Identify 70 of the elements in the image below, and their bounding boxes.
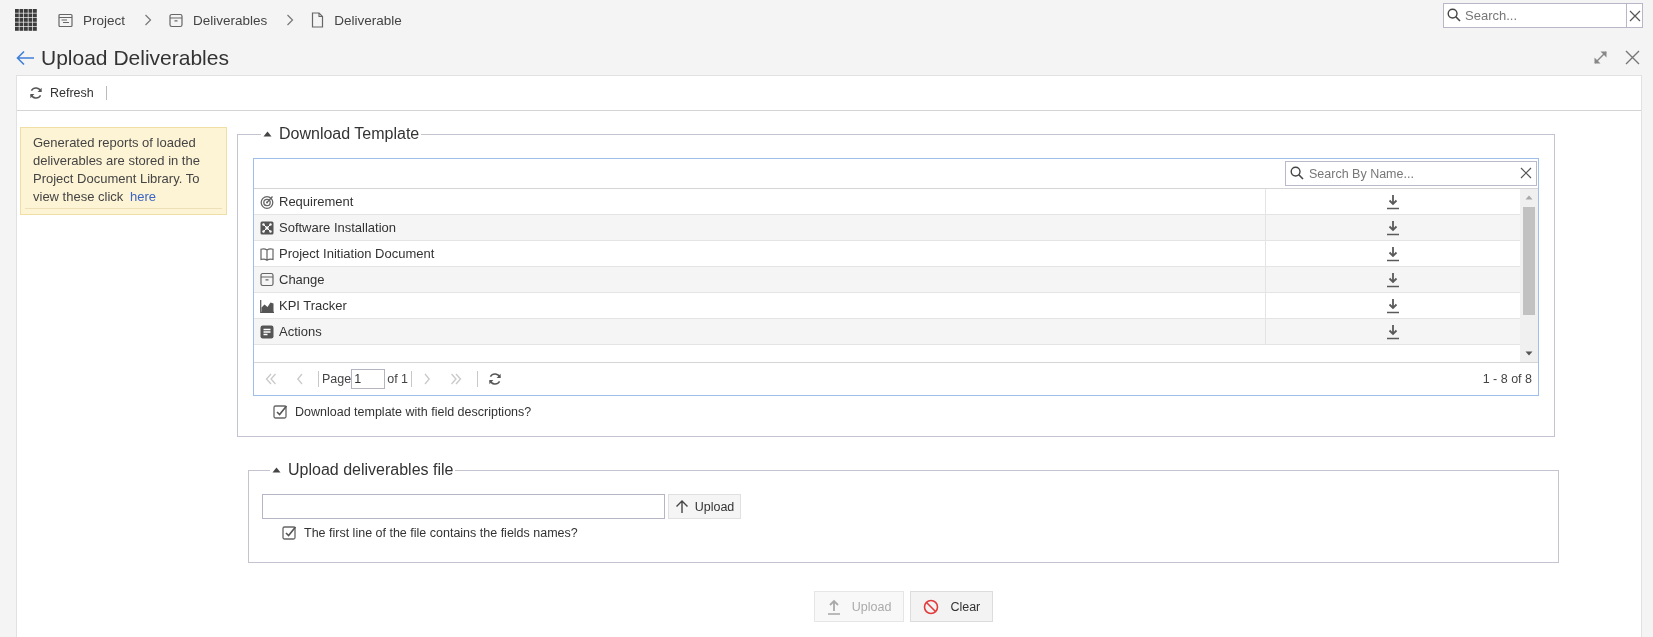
upload-button[interactable]: Upload bbox=[668, 494, 741, 519]
download-button[interactable] bbox=[1386, 245, 1400, 262]
page-input[interactable]: 1 bbox=[351, 369, 386, 389]
breadcrumb-link[interactable]: Deliverables bbox=[169, 12, 268, 28]
clear-search-button[interactable] bbox=[1520, 167, 1532, 179]
search-icon bbox=[1447, 8, 1461, 22]
up-arrow-icon bbox=[674, 499, 689, 514]
template-name-cell[interactable]: KPI Tracker bbox=[254, 293, 1266, 318]
page-count: of 1 bbox=[387, 372, 409, 386]
clear-button[interactable]: Clear bbox=[910, 591, 994, 622]
scroll-down-icon[interactable] bbox=[1525, 351, 1533, 356]
download-icon bbox=[1386, 297, 1400, 314]
expand-icon[interactable] bbox=[1593, 50, 1608, 65]
page-title: Upload Deliverables bbox=[41, 45, 229, 70]
form-icon bbox=[58, 12, 73, 28]
checkbox-label: The first line of the file contains the fields names? bbox=[304, 525, 578, 540]
network-icon bbox=[260, 220, 274, 235]
close-icon[interactable] bbox=[1625, 50, 1640, 65]
record-count: 1 - 8 of 8 bbox=[1482, 372, 1533, 386]
checkbox[interactable] bbox=[282, 525, 297, 540]
download-button[interactable] bbox=[1386, 323, 1400, 340]
download-icon bbox=[1386, 245, 1400, 262]
scrollbar-thumb[interactable] bbox=[1523, 207, 1535, 315]
checkbox-label: Download template with field descriptions? bbox=[295, 404, 532, 419]
download-icon bbox=[1386, 271, 1400, 288]
download-button[interactable] bbox=[1386, 271, 1400, 288]
double-chevron-left-icon bbox=[265, 373, 277, 385]
search-icon bbox=[1290, 166, 1304, 180]
checkbox[interactable] bbox=[273, 404, 288, 419]
download-icon bbox=[1386, 323, 1400, 340]
archive-box-icon bbox=[169, 12, 184, 28]
breadcrumb-link[interactable]: Deliverable bbox=[311, 12, 402, 28]
note-icon bbox=[260, 324, 274, 339]
refresh-button[interactable]: Refresh bbox=[26, 81, 97, 105]
scrollbar[interactable] bbox=[1520, 189, 1538, 362]
prohibited-icon bbox=[923, 598, 940, 615]
target-icon bbox=[260, 194, 274, 209]
close-icon bbox=[1628, 9, 1641, 22]
archive-box-icon bbox=[260, 272, 274, 287]
section-header[interactable]: Upload deliverables file bbox=[272, 459, 454, 481]
download-icon bbox=[1386, 193, 1400, 210]
download-button[interactable] bbox=[1386, 219, 1400, 236]
chevron-right-icon bbox=[286, 14, 295, 26]
document-icon bbox=[311, 12, 325, 28]
download-icon bbox=[1386, 219, 1400, 236]
download-button[interactable] bbox=[1386, 193, 1400, 210]
search-field[interactable]: Search By Name... bbox=[1285, 161, 1537, 186]
back-arrow-icon[interactable] bbox=[15, 49, 35, 66]
chevron-right-icon bbox=[423, 373, 432, 385]
breadcrumb-link[interactable]: Project bbox=[58, 12, 126, 28]
chevron-right-icon bbox=[144, 14, 153, 26]
chevron-left-icon bbox=[296, 373, 304, 385]
upload-icon bbox=[826, 598, 841, 615]
area-chart-icon bbox=[260, 298, 274, 313]
page-label: Page bbox=[322, 372, 352, 386]
section-header[interactable]: Download Template bbox=[263, 123, 420, 145]
here-link[interactable]: here bbox=[129, 189, 156, 204]
notice-text: Generated reports of loaded deliverables are stored in the Project Document Library. To view these click here bbox=[25, 132, 222, 209]
download-button[interactable] bbox=[1386, 297, 1400, 314]
search-field[interactable]: Search... bbox=[1443, 3, 1626, 28]
clear-search-button[interactable] bbox=[1626, 3, 1643, 28]
open-book-icon bbox=[260, 246, 274, 261]
template-name-cell[interactable]: Requirement bbox=[254, 189, 1266, 214]
double-chevron-right-icon bbox=[450, 373, 463, 385]
refresh-icon bbox=[488, 372, 503, 386]
apps-grid-icon[interactable] bbox=[15, 9, 37, 31]
file-path-field[interactable] bbox=[262, 494, 665, 519]
refresh-icon bbox=[29, 86, 43, 100]
close-icon bbox=[1520, 167, 1532, 179]
template-name-cell[interactable]: Project Initiation Document bbox=[254, 241, 1266, 266]
